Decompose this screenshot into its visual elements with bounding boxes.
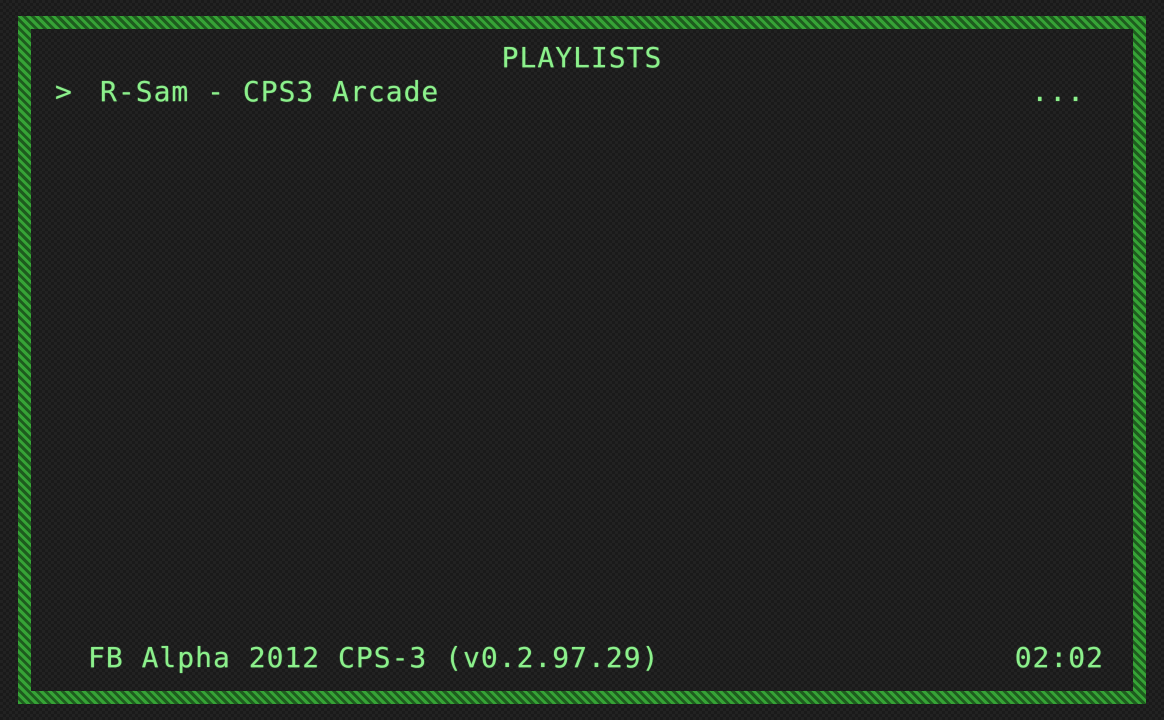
playlist-item-value: ... xyxy=(1031,75,1085,108)
menu-title: PLAYLISTS xyxy=(501,41,663,74)
playlist-item[interactable]: > R-Sam - CPS3 Arcade ... xyxy=(55,76,1085,110)
core-info-label: FB Alpha 2012 CPS-3 (v0.2.97.29) xyxy=(88,641,660,674)
playlist-item-label: R-Sam - CPS3 Arcade xyxy=(100,75,440,108)
selection-cursor-icon: > xyxy=(55,75,73,108)
clock: 02:02 xyxy=(1014,641,1104,674)
menu-screen: PLAYLISTS > R-Sam - CPS3 Arcade ... FB A… xyxy=(0,0,1164,720)
screen-border xyxy=(18,16,1146,704)
